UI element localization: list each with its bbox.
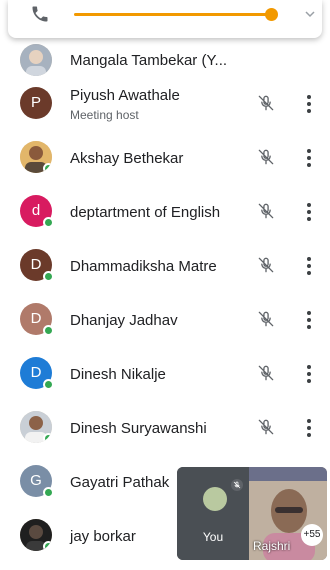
avatar <box>203 487 227 511</box>
participant-row[interactable]: Dinesh Suryawanshi <box>0 402 330 456</box>
avatar: D <box>20 303 54 336</box>
participant-name: Gayatri Pathak <box>70 474 170 491</box>
remote-tile: Rajshri +55 <box>249 467 327 560</box>
participant-name: jay borkar <box>70 528 136 545</box>
participant-name: Piyush Awathale <box>70 87 180 104</box>
more-vert-icon[interactable] <box>305 310 313 330</box>
avatar <box>20 141 52 173</box>
more-vert-icon[interactable] <box>305 148 313 168</box>
more-vert-icon[interactable] <box>305 94 313 114</box>
mic-off-icon <box>258 419 274 435</box>
more-vert-icon[interactable] <box>305 418 313 438</box>
participant-name: deptartment of English <box>70 204 221 221</box>
mic-off-icon <box>258 95 274 111</box>
volume-slider-thumb[interactable] <box>265 8 278 21</box>
participant-row[interactable]: D Dhammadiksha Matre <box>0 240 330 294</box>
avatar: D <box>20 249 54 282</box>
more-vert-icon[interactable] <box>305 256 313 276</box>
mic-off-icon <box>258 203 274 219</box>
avatar <box>20 44 52 76</box>
participant-row[interactable]: Mangala Tambekar (Y... <box>0 40 330 78</box>
avatar <box>20 519 52 551</box>
participant-role: Meeting host <box>70 108 139 122</box>
self-tile: You <box>177 467 249 560</box>
participant-row[interactable]: P Piyush Awathale Meeting host <box>0 78 330 132</box>
participant-name: Dhanjay Jadhav <box>70 312 178 329</box>
more-vert-icon[interactable] <box>305 364 313 384</box>
mic-off-icon <box>258 311 274 327</box>
phone-icon[interactable] <box>30 4 50 24</box>
participant-name: Dhammadiksha Matre <box>70 258 217 275</box>
more-vert-icon[interactable] <box>305 202 313 222</box>
avatar: G <box>20 465 54 498</box>
volume-slider-track[interactable] <box>74 13 271 16</box>
participant-name: Dinesh Nikalje <box>70 366 166 383</box>
avatar: d <box>20 195 54 228</box>
participant-row[interactable]: d deptartment of English <box>0 186 330 240</box>
call-controls-bar <box>8 0 322 38</box>
self-label: You <box>202 530 224 544</box>
mic-off-icon <box>258 365 274 381</box>
participant-name: Akshay Bethekar <box>70 150 184 167</box>
call-preview[interactable]: You Rajshri +55 <box>177 467 327 560</box>
avatar: D <box>20 357 54 390</box>
mic-off-icon <box>258 257 274 273</box>
participant-row[interactable]: D Dinesh Nikalje <box>0 348 330 402</box>
chevron-down-icon[interactable] <box>304 8 316 20</box>
participant-row[interactable]: D Dhanjay Jadhav <box>0 294 330 348</box>
avatar: P <box>20 87 52 119</box>
participant-name: Mangala Tambekar (Y... <box>70 52 228 69</box>
mic-off-icon <box>231 479 243 491</box>
remote-participant-name: Rajshri <box>253 539 291 553</box>
avatar <box>20 411 52 443</box>
mic-off-icon <box>258 149 274 165</box>
participant-count-badge: +55 <box>301 524 323 546</box>
participant-row[interactable]: Akshay Bethekar <box>0 132 330 186</box>
participant-name: Dinesh Suryawanshi <box>70 420 207 437</box>
